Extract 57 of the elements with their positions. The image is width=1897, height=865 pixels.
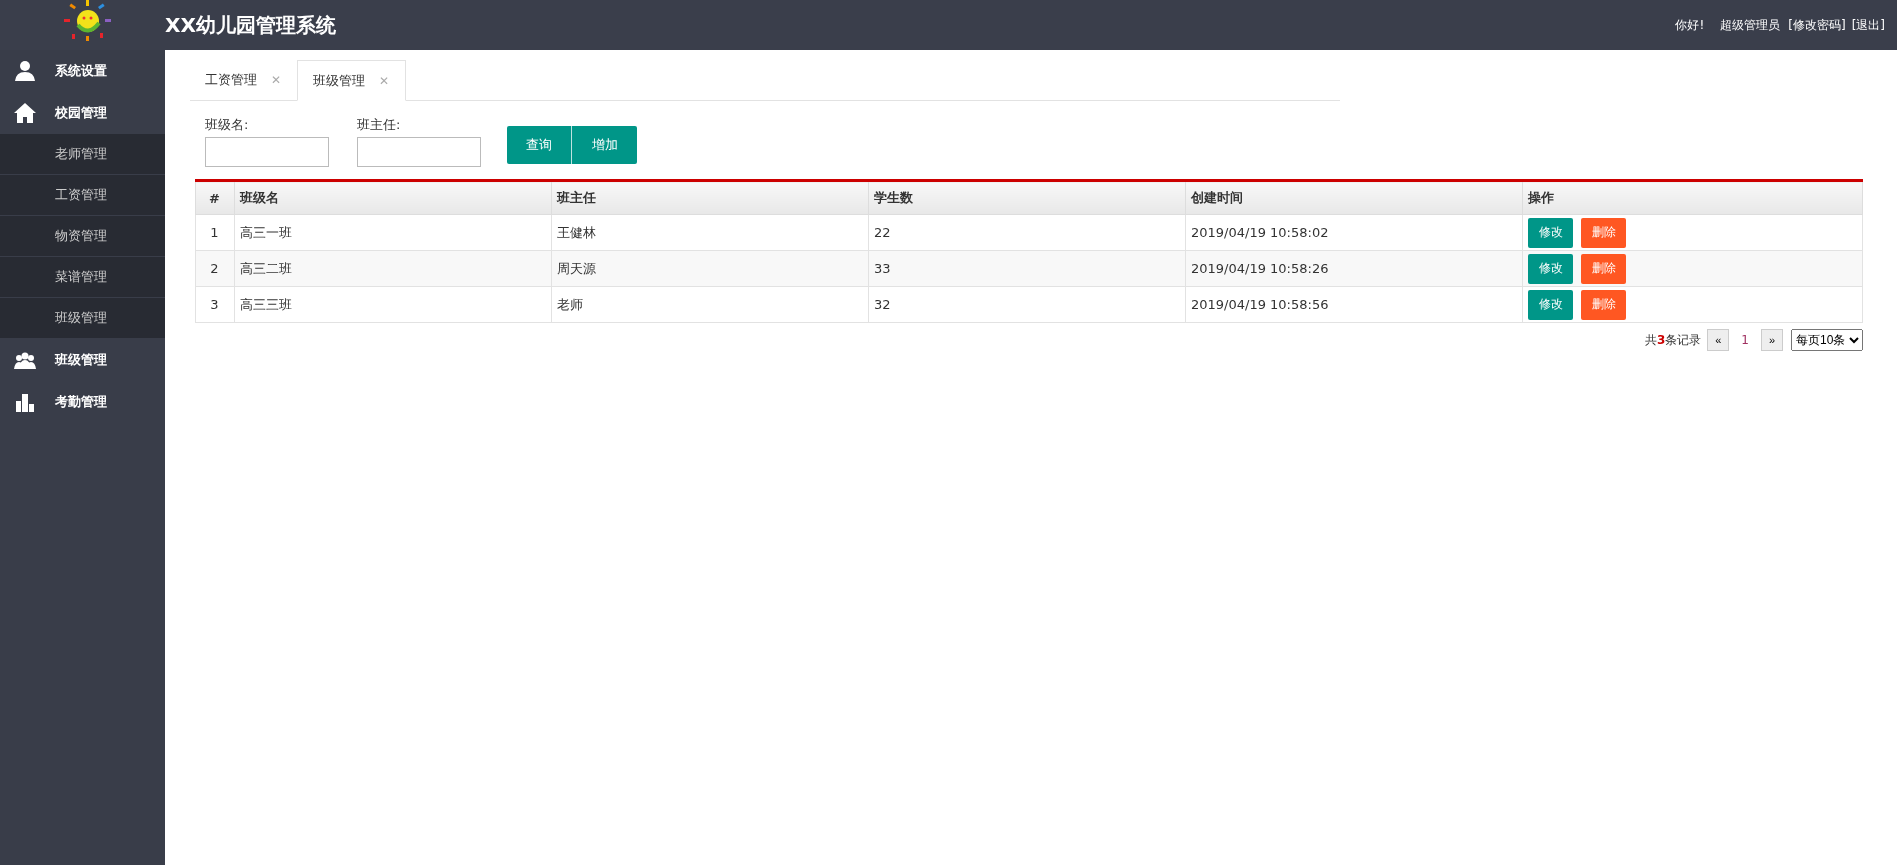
- submenu-item[interactable]: 老师管理: [0, 134, 165, 175]
- table-cell: 2: [195, 250, 235, 287]
- tab[interactable]: 班级管理 ✕: [297, 60, 407, 101]
- user-name: 超级管理员: [1720, 16, 1781, 34]
- column-header: 创建时间: [1185, 180, 1523, 215]
- column-header: 班主任: [551, 180, 869, 215]
- table-cell: 32: [868, 286, 1186, 323]
- edit-button[interactable]: 修改: [1528, 217, 1573, 248]
- table-cell: 高三三班: [234, 286, 552, 323]
- submenu-item[interactable]: 物资管理: [0, 216, 165, 257]
- tab-label: 工资管理: [205, 71, 257, 89]
- table-cell: 周天源: [551, 250, 869, 287]
- greeting-text: 你好!: [1675, 16, 1705, 34]
- input-field[interactable]: [357, 137, 481, 167]
- header-link[interactable]: [退出]: [1851, 16, 1885, 34]
- submenu-item[interactable]: 菜谱管理: [0, 257, 165, 298]
- submenu-item[interactable]: 工资管理: [0, 175, 165, 216]
- submenu-item[interactable]: 班级管理: [0, 298, 165, 339]
- table-cell: 1: [195, 214, 235, 251]
- sun-logo-icon: [61, 0, 114, 43]
- column-header: 操作: [1522, 180, 1863, 215]
- table-cell: 22: [868, 214, 1186, 251]
- bar-chart-icon: [14, 391, 36, 413]
- menu-item[interactable]: 班级管理: [0, 339, 165, 381]
- field-label: 班主任:: [357, 116, 402, 134]
- table-cell: 老师: [551, 286, 869, 323]
- prev-page-button[interactable]: «: [1707, 329, 1730, 351]
- table-cell: 2019/04/19 10:58:56: [1185, 286, 1523, 323]
- tab-label: 班级管理: [313, 71, 366, 90]
- query-button[interactable]: 查询: [507, 126, 572, 164]
- app-title: XX幼儿园管理系统: [165, 11, 336, 39]
- table-cell: 高三一班: [234, 214, 552, 251]
- column-header: 学生数: [868, 180, 1186, 215]
- page-size-select[interactable]: 每页10条: [1791, 329, 1863, 351]
- edit-button[interactable]: 修改: [1528, 289, 1573, 320]
- menu-item[interactable]: 考勤管理: [0, 381, 165, 423]
- user-icon: [14, 60, 36, 82]
- table-cell: 高三二班: [234, 250, 552, 287]
- column-header: #: [195, 180, 235, 215]
- table-cell: 3: [195, 286, 235, 323]
- home-icon: [14, 102, 36, 124]
- field-label: 班级名:: [205, 116, 250, 134]
- edit-button[interactable]: 修改: [1528, 253, 1573, 284]
- column-header: 班级名: [234, 180, 552, 215]
- menu-item[interactable]: 校园管理: [0, 92, 165, 134]
- table-cell: 王健林: [551, 214, 869, 251]
- input-field[interactable]: [205, 137, 329, 167]
- menu-item[interactable]: 系统设置: [0, 50, 165, 92]
- table-cell: 33: [868, 250, 1186, 287]
- header-link[interactable]: [修改密码]: [1788, 16, 1846, 34]
- table-cell: 2019/04/19 10:58:26: [1185, 250, 1523, 287]
- page-number[interactable]: 1: [1735, 333, 1755, 347]
- table-cell: 2019/04/19 10:58:02: [1185, 214, 1523, 251]
- tab[interactable]: 工资管理 ✕: [190, 60, 298, 100]
- record-count: 共3条记录: [1645, 331, 1702, 349]
- next-page-button[interactable]: »: [1761, 329, 1783, 351]
- add-button[interactable]: 增加: [572, 126, 637, 164]
